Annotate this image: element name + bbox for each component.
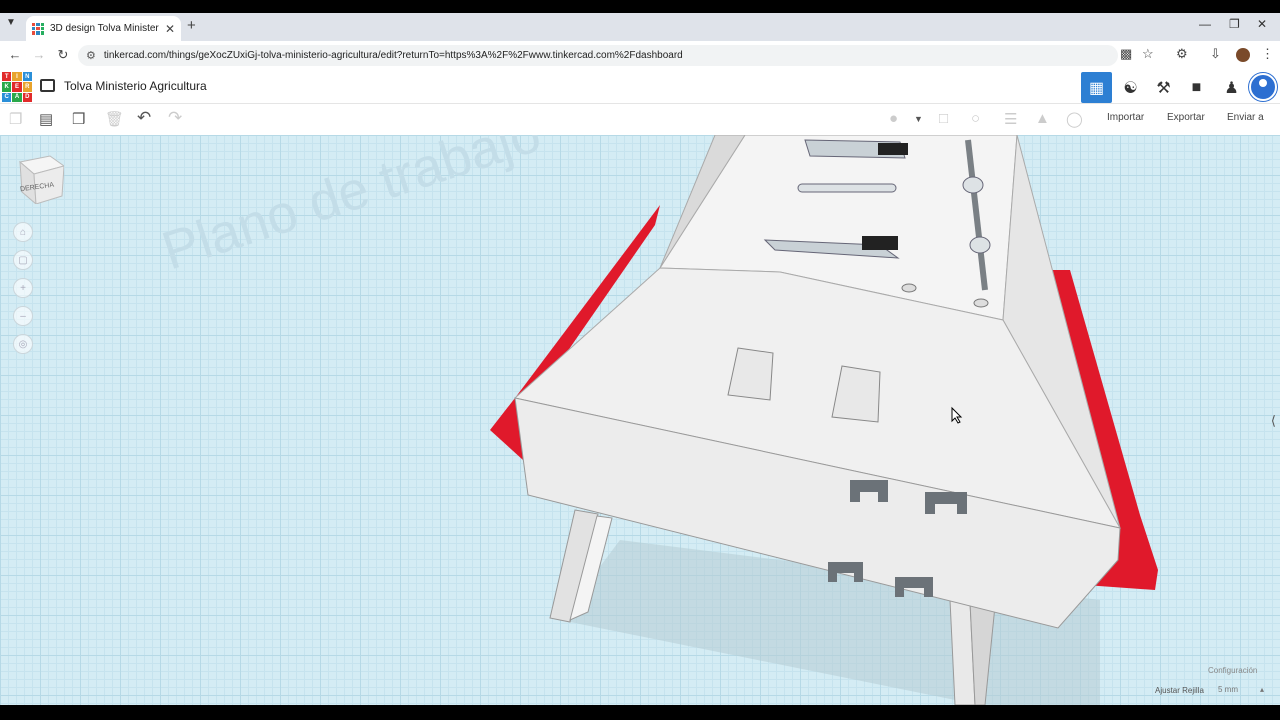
tab-title: 3D design Tolva Ministerio Agric bbox=[50, 23, 159, 34]
screw-1 bbox=[901, 283, 917, 293]
black-block-bottom bbox=[862, 236, 898, 250]
home-view-icon[interactable]: ⌂ bbox=[13, 222, 33, 242]
tinkercad-favicon-icon bbox=[32, 22, 44, 35]
snap-grid-label: Ajustar Rejilla bbox=[1155, 686, 1204, 695]
url-text: tinkercad.com/things/geXocZUxiGj-tolva-m… bbox=[103, 50, 683, 61]
tab-close-icon[interactable]: ✕ bbox=[165, 22, 175, 36]
restore-icon[interactable]: ❐ bbox=[1229, 17, 1240, 31]
address-bar[interactable]: ⚙ tinkercad.com/things/geXocZUxiGj-tolva… bbox=[78, 45, 1118, 66]
align-icon[interactable]: ☰ bbox=[1004, 110, 1017, 128]
extensions-icon[interactable]: ⚙ bbox=[1176, 46, 1188, 62]
browser-profile-avatar[interactable] bbox=[1236, 48, 1250, 62]
rod-1 bbox=[797, 183, 897, 193]
ortho-view-icon[interactable]: ◎ bbox=[13, 334, 33, 354]
black-block-top bbox=[878, 143, 908, 155]
lego-brick-icon[interactable]: ■ bbox=[1181, 72, 1212, 103]
light-bulb-icon[interactable]: ● bbox=[889, 110, 898, 127]
install-app-icon[interactable]: ▩ bbox=[1120, 46, 1132, 62]
bottom-letterbox bbox=[0, 705, 1280, 720]
send-to-button[interactable]: Enviar a bbox=[1227, 112, 1264, 123]
ungroup-icon[interactable]: ○ bbox=[971, 110, 980, 127]
workplane-icon[interactable]: ◯ bbox=[1066, 110, 1083, 128]
settings-link[interactable]: Configuración bbox=[1208, 666, 1257, 675]
rod-ring-2 bbox=[969, 236, 991, 254]
bookmark-star-icon[interactable]: ☆ bbox=[1142, 46, 1154, 62]
browser-tab[interactable]: 3D design Tolva Ministerio Agric ✕ bbox=[26, 16, 181, 41]
screen: ▼ 3D design Tolva Ministerio Agric ✕ + —… bbox=[0, 0, 1280, 720]
export-button[interactable]: Exportar bbox=[1167, 112, 1205, 123]
new-tab-icon[interactable]: + bbox=[187, 17, 196, 34]
delete-icon[interactable]: 🗑 bbox=[105, 110, 124, 128]
mirror-icon[interactable]: ▲ bbox=[1035, 110, 1050, 127]
tab-search-icon[interactable]: ▼ bbox=[6, 17, 16, 28]
browser-toolbar: ← → ↻ ⚙ tinkercad.com/things/geXocZUxiGj… bbox=[0, 41, 1280, 70]
tinkercad-header: TIN KER CAD Tolva Ministerio Agricultura… bbox=[0, 70, 1280, 104]
download-icon[interactable]: ⇩ bbox=[1210, 46, 1221, 62]
3d-model-view: Plano de trabajo bbox=[155, 135, 1158, 705]
bricks-tool-icon[interactable]: ⚒ bbox=[1148, 72, 1179, 103]
browser-tabstrip: ▼ 3D design Tolva Ministerio Agric ✕ + —… bbox=[0, 13, 1280, 41]
reload-icon[interactable]: ↻ bbox=[51, 47, 75, 63]
workplane-canvas[interactable]: Plano de trabajo DERECHA ⌂ ▢ + – ◎ ⟨ Con… bbox=[0, 135, 1280, 705]
site-info-icon[interactable]: ⚙ bbox=[86, 49, 96, 62]
view-cube[interactable] bbox=[16, 152, 64, 204]
design-list-icon[interactable] bbox=[40, 79, 55, 92]
close-window-icon[interactable]: ✕ bbox=[1257, 17, 1267, 31]
paste-icon[interactable]: ▤ bbox=[39, 110, 53, 128]
back-icon[interactable]: ← bbox=[3, 47, 27, 62]
snap-grid-select[interactable]: 5 mm bbox=[1214, 683, 1268, 697]
screw-2 bbox=[973, 298, 989, 308]
3d-view-grid-button[interactable]: ▦ bbox=[1081, 72, 1112, 103]
minimize-icon[interactable]: — bbox=[1199, 17, 1211, 31]
edit-toolbar: ❐ ▤ ❒ 🗑 ↶ ↷ ● ▼ □ ○ ☰ ▲ ◯ Importar Expor… bbox=[0, 104, 1280, 135]
chevron-down-icon[interactable]: ▼ bbox=[914, 114, 923, 124]
invite-user-icon[interactable]: ♟ bbox=[1216, 72, 1247, 103]
blocks-view-icon[interactable]: ☯ bbox=[1115, 72, 1146, 103]
copy-icon[interactable]: ❐ bbox=[9, 110, 22, 128]
duplicate-icon[interactable]: ❒ bbox=[72, 110, 85, 128]
workplane-watermark: Plano de trabajo bbox=[155, 135, 548, 281]
group-icon[interactable]: □ bbox=[939, 110, 948, 127]
browser-menu-icon[interactable]: ⋮ bbox=[1261, 46, 1274, 62]
redo-icon[interactable]: ↷ bbox=[168, 108, 182, 128]
import-button[interactable]: Importar bbox=[1107, 112, 1144, 123]
zoom-out-icon[interactable]: – bbox=[13, 306, 33, 326]
panel-collapse-icon[interactable]: ⟨ bbox=[1271, 413, 1276, 429]
fit-view-icon[interactable]: ▢ bbox=[13, 250, 33, 270]
tinkercad-logo[interactable]: TIN KER CAD bbox=[2, 72, 32, 102]
zoom-in-icon[interactable]: + bbox=[13, 278, 33, 298]
user-avatar[interactable] bbox=[1249, 73, 1277, 101]
forward-icon[interactable]: → bbox=[27, 47, 51, 62]
design-title[interactable]: Tolva Ministerio Agricultura bbox=[64, 79, 207, 93]
rod-ring-1 bbox=[962, 176, 984, 194]
undo-icon[interactable]: ↶ bbox=[137, 108, 151, 128]
